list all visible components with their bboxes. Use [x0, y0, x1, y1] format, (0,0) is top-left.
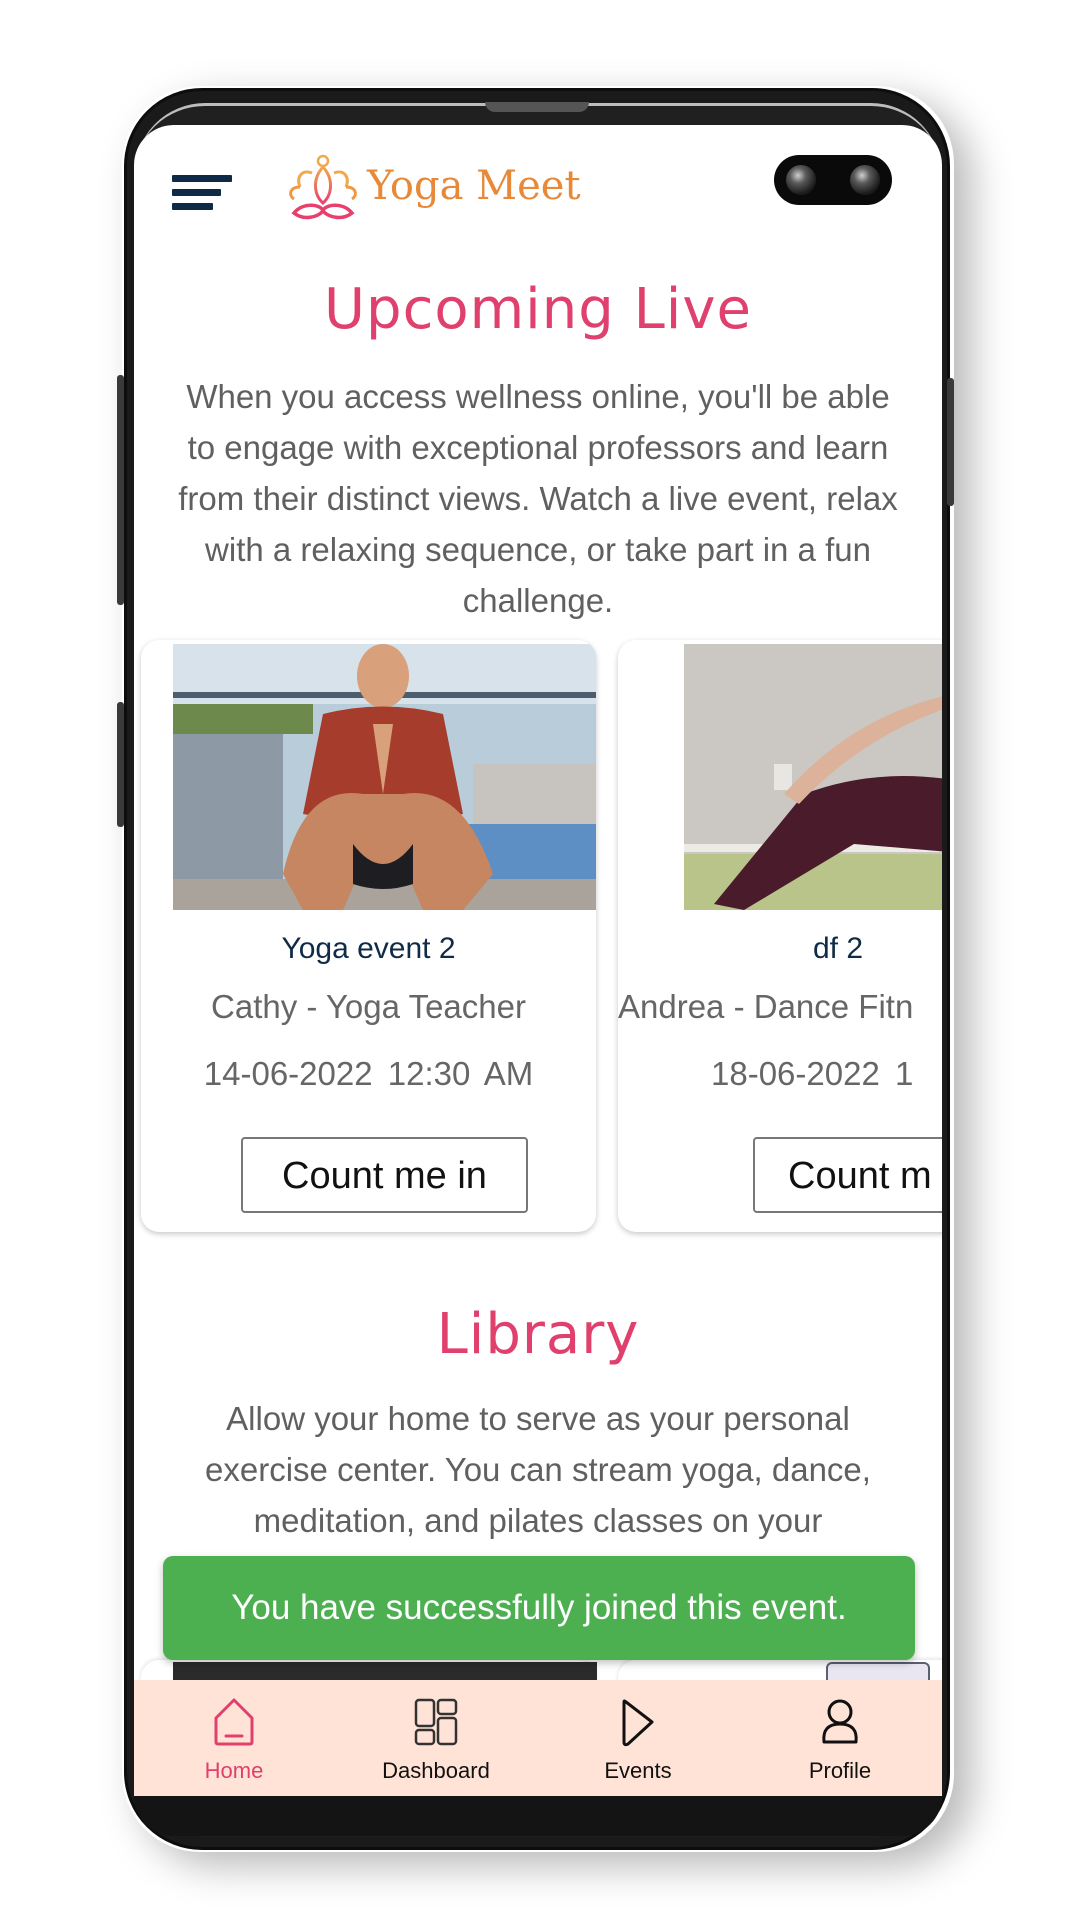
- event-host: Cathy - Yoga Teacher: [211, 988, 526, 1025]
- event-time: 12:30 AM: [387, 1055, 534, 1092]
- phone-bottom-bezel: [134, 1796, 942, 1836]
- power-button: [947, 378, 954, 506]
- front-camera-cutout: [774, 155, 892, 205]
- camera-lens-icon: [786, 165, 816, 195]
- success-toast: You have successfully joined this event.: [163, 1556, 915, 1660]
- logo-text: Yoga Meet: [367, 163, 581, 209]
- earpiece-speaker: [485, 102, 589, 112]
- count-me-in-button[interactable]: Count m: [753, 1137, 942, 1213]
- bixby-button: [117, 702, 124, 827]
- event-host: Andrea - Dance Fitn: [618, 988, 914, 1025]
- bottom-navigation: Home Dashboard Events Profile: [134, 1680, 942, 1797]
- app-screen: Yoga Meet Upcoming Live When you access …: [134, 125, 942, 1797]
- upcoming-live-heading: Upcoming Live: [324, 277, 752, 342]
- event-thumbnail[interactable]: [684, 644, 942, 910]
- play-icon: [622, 1699, 654, 1747]
- event-card: df 2 Andrea - Dance Fitn 18-06-2022 1 Co…: [618, 640, 942, 1232]
- yoga-pose-photo: [173, 644, 596, 910]
- event-date: 14-06-2022: [203, 1055, 373, 1092]
- nav-label: Home: [204, 1758, 264, 1783]
- nav-label: Profile: [808, 1758, 872, 1783]
- nav-item-events[interactable]: Events: [538, 1680, 738, 1797]
- dashboard-grid-icon: [414, 1698, 458, 1746]
- nav-item-home[interactable]: Home: [134, 1680, 334, 1797]
- upcoming-live-description: When you access wellness online, you'll …: [178, 378, 898, 619]
- event-thumbnail[interactable]: [173, 644, 596, 910]
- nav-label: Events: [604, 1758, 672, 1783]
- event-datetime: 14-06-2022 12:30 AM: [141, 1055, 596, 1093]
- nav-item-dashboard[interactable]: Dashboard: [336, 1680, 536, 1797]
- user-icon: [822, 1699, 858, 1744]
- nav-label: Dashboard: [382, 1758, 490, 1783]
- event-title: Yoga event 2: [281, 932, 456, 965]
- count-me-in-button[interactable]: Count me in: [241, 1137, 528, 1213]
- app-logo[interactable]: Yoga Meet: [282, 151, 582, 223]
- event-title: df 2: [812, 932, 864, 965]
- hamburger-icon-line: [172, 189, 221, 196]
- upcoming-events-carousel[interactable]: Yoga event 2 Cathy - Yoga Teacher 14-06-…: [134, 640, 942, 1240]
- event-datetime: 18-06-2022 1: [711, 1055, 913, 1093]
- dance-fitness-photo: [684, 644, 942, 910]
- lotus-meditation-icon: [289, 154, 357, 220]
- hamburger-icon-line: [172, 203, 213, 210]
- camera-lens-icon: [850, 165, 880, 195]
- volume-button: [117, 375, 124, 605]
- menu-button[interactable]: [172, 175, 234, 215]
- event-card: Yoga event 2 Cathy - Yoga Teacher 14-06-…: [141, 640, 596, 1232]
- library-heading: Library: [436, 1302, 640, 1367]
- home-icon: [214, 1698, 254, 1746]
- event-date: 18-06-2022: [711, 1055, 880, 1092]
- nav-item-profile[interactable]: Profile: [740, 1680, 940, 1797]
- event-time: 1: [894, 1055, 914, 1092]
- library-description: Allow your home to serve as your persona…: [205, 1400, 871, 1539]
- hamburger-icon-line: [172, 175, 232, 182]
